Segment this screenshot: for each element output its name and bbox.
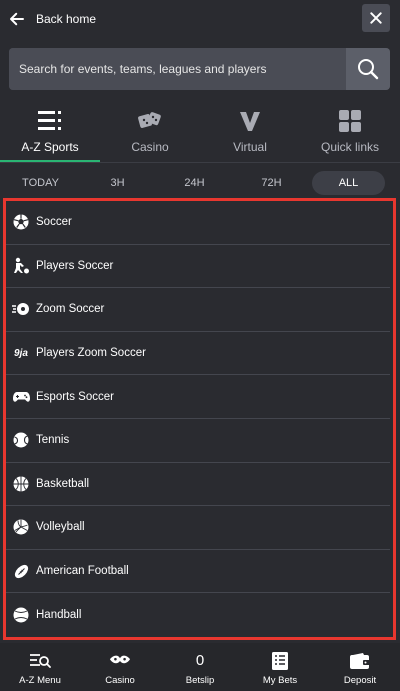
tab-az-sports[interactable]: A-Z Sports	[0, 100, 100, 162]
tab-az-sports-label: A-Z Sports	[21, 140, 79, 154]
search-input[interactable]	[9, 48, 346, 90]
handball-icon	[12, 606, 30, 624]
9ja-icon: 9ja	[12, 344, 30, 362]
sport-item-zoom-soccer[interactable]: Zoom Soccer	[6, 288, 390, 332]
sport-item-players-soccer[interactable]: Players Soccer	[6, 244, 390, 289]
bottom-nav-az-menu[interactable]: A-Z Menu	[0, 643, 80, 691]
wallet-icon	[349, 650, 371, 672]
sport-item-label: Zoom Soccer	[36, 303, 105, 316]
sport-item-esports-soccer[interactable]: Esports Soccer	[6, 375, 390, 419]
volleyball-icon	[12, 518, 30, 536]
sport-item-volleyball[interactable]: Volleyball	[6, 506, 390, 550]
sport-item-handball[interactable]: Handball	[6, 593, 390, 637]
sport-item-tennis[interactable]: Tennis	[6, 418, 390, 463]
bottom-nav-label: My Bets	[262, 675, 298, 686]
time-filter-3h[interactable]: 3H	[81, 171, 154, 195]
bottom-nav-label: Deposit	[343, 675, 377, 686]
american-football-icon	[12, 562, 30, 580]
sport-item-label: Tennis	[36, 434, 70, 447]
sport-item-label: Volleyball	[36, 521, 85, 534]
bottom-nav-betslip[interactable]: 0 Betslip	[160, 643, 240, 691]
betslip-count: 0	[195, 652, 205, 669]
az-sports-icon	[37, 108, 63, 134]
grid-icon	[337, 108, 363, 134]
sport-item-players-zoom-soccer[interactable]: 9ja Players Zoom Soccer	[6, 331, 390, 376]
sport-item-label: Basketball	[36, 477, 90, 490]
ticket-icon	[269, 650, 291, 672]
bottom-nav-casino[interactable]: Casino	[80, 643, 160, 691]
time-filter-all[interactable]: ALL	[312, 171, 385, 195]
bottom-nav-label: Betslip	[185, 675, 215, 686]
bottom-nav-deposit[interactable]: Deposit	[320, 643, 400, 691]
player-icon	[12, 257, 30, 275]
sport-item-label: Players Soccer	[36, 259, 114, 272]
category-tabs: A-Z Sports Casino Virtual Quick links	[0, 100, 400, 162]
bottom-nav-label: Casino	[105, 675, 135, 686]
close-icon	[370, 12, 382, 24]
back-home-button[interactable]: Back home	[8, 6, 96, 32]
virtual-v-icon	[237, 108, 263, 134]
sport-item-label: Soccer	[36, 216, 72, 229]
zoom-ball-icon	[12, 300, 30, 318]
bottom-nav-label: A-Z Menu	[19, 675, 61, 686]
bottom-nav-my-bets[interactable]: My Bets	[240, 643, 320, 691]
search-bar	[9, 48, 390, 90]
casino-icon	[109, 650, 131, 672]
sport-item-soccer[interactable]: Soccer	[6, 201, 390, 245]
tab-quick-links[interactable]: Quick links	[300, 100, 400, 162]
tab-casino-label: Casino	[131, 140, 169, 154]
close-button[interactable]	[362, 4, 390, 32]
sport-item-basketball[interactable]: Basketball	[6, 462, 390, 507]
search-icon	[358, 59, 379, 80]
menu-search-icon	[29, 650, 51, 672]
sport-item-american-football[interactable]: American Football	[6, 549, 390, 594]
gamepad-icon	[12, 388, 30, 406]
search-button[interactable]	[346, 48, 390, 90]
sports-list: Soccer Players Soccer Zoom Soccer 9ja Pl…	[6, 201, 390, 637]
basketball-icon	[12, 475, 30, 493]
sport-item-label: American Football	[36, 565, 129, 578]
sport-item-label: Players Zoom Soccer	[36, 347, 146, 360]
time-filter-today[interactable]: TODAY	[4, 171, 77, 195]
arrow-left-icon	[10, 12, 24, 26]
top-bar: Back home	[0, 0, 400, 40]
tennis-ball-icon	[12, 431, 30, 449]
divider	[0, 162, 400, 163]
sport-item-label: Esports Soccer	[36, 390, 114, 403]
bottom-nav: A-Z Menu Casino 0 Betslip My Bets Deposi…	[0, 643, 400, 691]
sports-list-highlight: Soccer Players Soccer Zoom Soccer 9ja Pl…	[3, 198, 396, 640]
back-home-label: Back home	[36, 12, 97, 26]
time-filter-72h[interactable]: 72H	[235, 171, 308, 195]
betslip-count-wrap: 0	[189, 650, 211, 672]
dice-icon	[137, 108, 163, 134]
soccer-ball-icon	[12, 213, 30, 231]
tab-virtual[interactable]: Virtual	[200, 100, 300, 162]
tab-casino[interactable]: Casino	[100, 100, 200, 162]
tab-quick-links-label: Quick links	[320, 140, 379, 154]
sport-item-label: Handball	[36, 609, 82, 622]
tab-virtual-label: Virtual	[233, 140, 267, 154]
time-filters: TODAY 3H 24H 72H ALL	[0, 171, 400, 195]
time-filter-24h[interactable]: 24H	[158, 171, 231, 195]
9ja-icon-text: 9ja	[14, 347, 28, 359]
